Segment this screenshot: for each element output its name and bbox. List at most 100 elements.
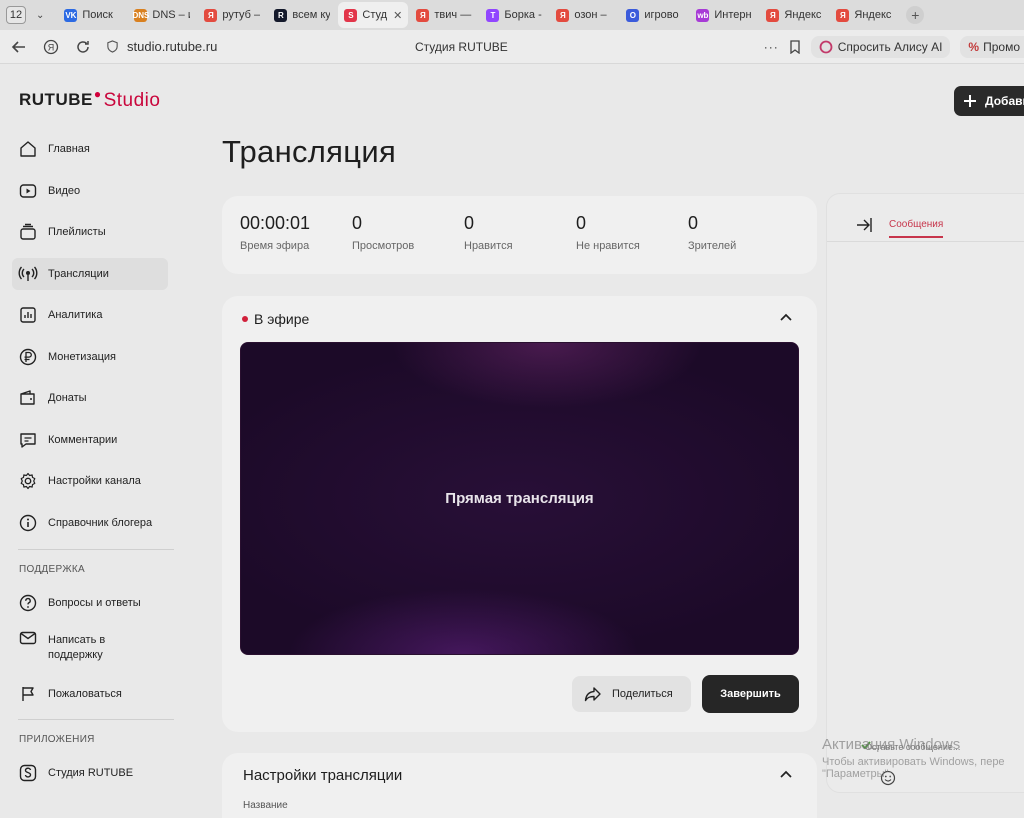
browser-tab[interactable]: VK Поиск	[58, 2, 126, 28]
svg-text:Я: Я	[48, 42, 55, 52]
sidebar-item-sidebar.support_items.2.label[interactable]: Пожаловаться	[12, 678, 168, 710]
stat-label: Не нравится	[576, 240, 640, 252]
yandex-icon[interactable]: Я	[38, 34, 64, 60]
url-field[interactable]: studio.rutube.ru	[106, 39, 356, 54]
browser-tab[interactable]: Oигрово	[620, 2, 688, 28]
studio-app-icon	[18, 763, 38, 783]
browser-tab-label: игрово	[644, 9, 679, 21]
promo-label: Промо	[983, 39, 1020, 54]
browser-tab[interactable]: T Борка -	[480, 2, 548, 28]
sidebar-item-label: Студия RUTUBE	[48, 767, 134, 779]
collapse-chevron-up-icon[interactable]	[778, 310, 794, 326]
sidebar: Главная Видео Плейлисты Трансляции Аналитика…	[12, 133, 174, 799]
sidebar-item-sidebar.items.7.label[interactable]: Комментарии	[12, 424, 168, 456]
favicon-icon: Я	[836, 8, 850, 22]
sidebar-item-sidebar.apps_items.0.label[interactable]: Студия RUTUBE	[12, 757, 168, 789]
favicon-icon: T	[486, 8, 500, 22]
chevron-down-icon[interactable]: ⌄	[36, 10, 44, 21]
sidebar-item-label: Аналитика	[48, 309, 103, 321]
sidebar-item-sidebar.items.5.label[interactable]: Монетизация	[12, 341, 168, 373]
browser-tab-label: Яндекс	[854, 9, 892, 21]
browser-tab[interactable]: S Студ ✕	[338, 2, 409, 28]
share-button[interactable]: Поделиться	[572, 676, 691, 712]
browser-tab[interactable]: Я Яндекс	[760, 2, 828, 28]
reload-icon[interactable]	[70, 34, 96, 60]
live-indicator-dot	[242, 316, 248, 322]
close-tab-icon[interactable]: ✕	[393, 9, 402, 22]
share-label: Поделиться	[612, 688, 673, 700]
sidebar-item-label: Вопросы и ответы	[48, 596, 141, 609]
sidebar-item-sidebar.support_items.1.label[interactable]: Написать в поддержку	[12, 628, 168, 668]
stat-value: 0	[576, 213, 587, 233]
browser-tab[interactable]: Rвсем ку	[268, 2, 336, 28]
collapse-panel-icon[interactable]	[855, 216, 873, 234]
watermark-line-2: Чтобы активировать Windows, пере	[822, 756, 1005, 768]
settings-name-label: Название	[243, 800, 288, 811]
browser-tab[interactable]: wb Интерн	[690, 2, 758, 28]
sidebar-item-sidebar.items.8.label[interactable]: Настройки канала	[12, 465, 168, 497]
browser-page-title: Студия RUTUBE	[415, 39, 508, 54]
favicon-icon: R	[274, 8, 288, 22]
logo-product: Studio	[103, 90, 161, 111]
logo-brand: RUTUBE	[19, 90, 93, 109]
sidebar-item-sidebar.items.2.label[interactable]: Плейлисты	[12, 216, 168, 248]
settings-chevron-up-icon[interactable]	[778, 767, 794, 783]
sidebar-item-sidebar.items.1.label[interactable]: Видео	[12, 175, 168, 207]
live-heading: В эфире	[242, 311, 309, 327]
live-card: В эфире Прямая трансляция Поделиться Зав…	[222, 296, 817, 732]
share-icon	[584, 687, 601, 702]
shield-icon	[107, 40, 118, 53]
live-heading-text: В эфире	[254, 311, 310, 327]
favicon-icon: DNS	[132, 8, 150, 22]
logo-dot: ●	[93, 87, 102, 101]
sidebar-item-sidebar.items.3.label[interactable]: Трансляции	[12, 257, 168, 290]
end-stream-button[interactable]: Завершить	[702, 675, 799, 713]
sidebar-heading-apps: ПРИЛОЖЕНИЯ	[19, 734, 95, 745]
stat-item: 00:00:01 Время эфира	[240, 213, 310, 252]
info-icon	[18, 513, 38, 533]
promo-button[interactable]: % Промо	[960, 35, 1024, 58]
sidebar-item-sidebar.items.4.label[interactable]: Аналитика	[12, 299, 168, 331]
sidebar-item-label: Главная	[48, 143, 90, 155]
more-icon[interactable]: ···	[764, 40, 779, 54]
video-icon	[18, 181, 38, 201]
browser-tab-label: Яндекс	[784, 9, 822, 21]
alice-button[interactable]: Спросить Алису AI	[810, 35, 951, 58]
flag-icon	[18, 684, 38, 704]
sidebar-item-label: Плейлисты	[48, 226, 106, 238]
sidebar-item-sidebar.support_items.0.label[interactable]: Вопросы и ответы	[12, 587, 168, 619]
stat-item: 0 Зрителей	[688, 213, 736, 252]
favicon-icon: Я	[204, 8, 218, 22]
tab-counter[interactable]: 12	[6, 6, 26, 24]
sidebar-heading-support: ПОДДЕРЖКА	[19, 563, 85, 575]
stat-value: 0	[352, 213, 363, 233]
sidebar-item-sidebar.items.9.label[interactable]: Справочник блогера	[12, 507, 168, 539]
back-arrow-icon[interactable]	[6, 34, 32, 60]
sidebar-divider	[18, 719, 174, 720]
tab-messages[interactable]: Сообщения	[889, 219, 944, 238]
browser-tab[interactable]: Яозон –	[550, 2, 618, 28]
stat-value: 0	[464, 213, 475, 233]
address-bar: Я studio.rutube.ru Студия RUTUBE ··· Спр…	[0, 30, 1024, 64]
browser-tab[interactable]: Я Яндекс	[830, 2, 898, 28]
browser-tab-label: Борка -	[504, 9, 542, 21]
browser-tab-label: DNS – и	[152, 9, 191, 21]
alice-label: Спросить Алису AI	[837, 39, 943, 54]
browser-tab[interactable]: Ярутуб –	[198, 2, 266, 28]
sidebar-item-label: Донаты	[48, 392, 87, 404]
stat-label: Время эфира	[240, 240, 310, 252]
add-button-label: Добави	[985, 94, 1024, 108]
sidebar-item-sidebar.items.0.label[interactable]: Главная	[12, 133, 168, 165]
rutube-studio-logo[interactable]: RUTUBE ● Studio	[19, 87, 161, 112]
browser-tab[interactable]: DNS DNS – и	[128, 2, 196, 28]
player-text: Прямая трансляция	[445, 490, 594, 507]
browser-tab[interactable]: Ятвич —	[410, 2, 478, 28]
stat-label: Нравится	[464, 240, 513, 252]
sidebar-item-sidebar.items.6.label[interactable]: Донаты	[12, 382, 168, 414]
add-button[interactable]: Добави	[954, 86, 1024, 116]
bookmark-icon[interactable]	[789, 39, 801, 54]
chat-panel: Сообщения Оставьте сообщение...	[826, 193, 1024, 793]
new-tab-button[interactable]: +	[906, 6, 925, 24]
stream-player[interactable]: Прямая трансляция	[240, 342, 799, 655]
address-bar-actions: ··· Спросить Алису AI % Промо	[764, 35, 1024, 58]
